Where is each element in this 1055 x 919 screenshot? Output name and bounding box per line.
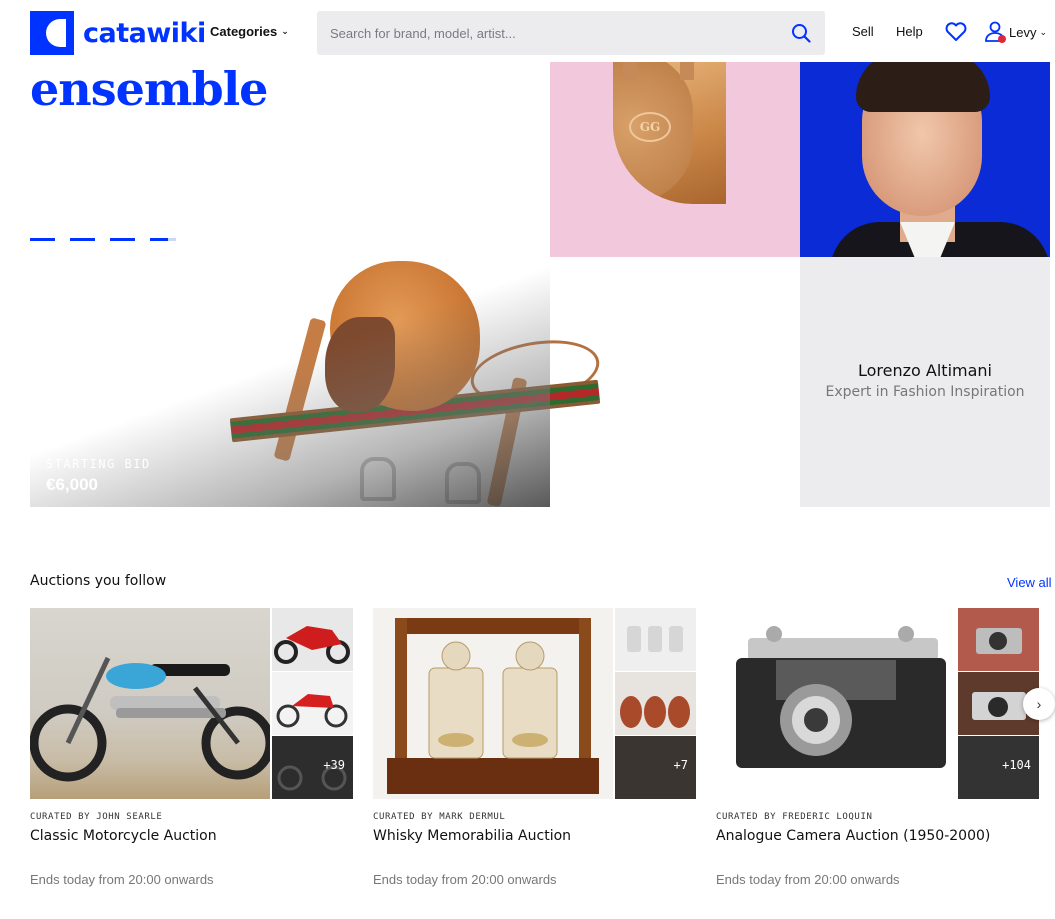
camera-illustration (736, 626, 946, 768)
help-link[interactable]: Help (896, 24, 923, 39)
hero-detail-image: GG (550, 62, 800, 257)
more-images-count: +39 (323, 758, 345, 772)
carousel-dot[interactable] (110, 238, 135, 241)
hair (856, 62, 990, 112)
categories-menu[interactable]: Categories ⌄ (210, 24, 289, 39)
red-motorcycle-thumb (274, 626, 350, 664)
expert-photo (800, 62, 1050, 257)
auction-ends: Ends today from 20:00 onwards (716, 872, 900, 887)
more-images-count: +104 (1002, 758, 1031, 772)
starting-bid-value: €6,000 (46, 475, 98, 494)
motorcycle-illustration (30, 656, 270, 782)
user-icon[interactable] (984, 20, 1008, 44)
auction-title[interactable]: Whisky Memorabilia Auction (373, 828, 571, 844)
carousel-dot[interactable] (30, 238, 55, 241)
camera-thumb (976, 628, 1022, 654)
search-icon[interactable] (791, 23, 811, 43)
glasses-thumb (627, 626, 683, 652)
heart-icon[interactable] (945, 22, 967, 42)
chevron-right-icon: › (1036, 696, 1042, 712)
chevron-down-icon: ⌄ (1039, 27, 1048, 37)
curator-label: CURATED BY JOHN SEARLE (30, 812, 163, 822)
bag-strap (623, 62, 637, 80)
catawiki-logo[interactable]: catawiki (30, 11, 206, 55)
categories-label: Categories (210, 24, 278, 39)
expert-name: Lorenzo Altimani (858, 361, 992, 380)
red-motorcycle-thumb (276, 694, 348, 728)
auction-thumbnail[interactable] (958, 608, 1039, 671)
search-bar (317, 11, 825, 55)
logo-text: catawiki (83, 17, 206, 49)
sell-link[interactable]: Sell (852, 24, 874, 39)
auction-thumbnail[interactable] (615, 672, 696, 735)
carousel-dot[interactable] (70, 238, 95, 241)
auction-title[interactable]: Classic Motorcycle Auction (30, 828, 217, 844)
auction-ends: Ends today from 20:00 onwards (30, 872, 214, 887)
logo-mark-icon (30, 11, 74, 55)
gg-emblem: GG (629, 112, 671, 142)
curator-label: CURATED BY FREDERIC LOQUIN (716, 812, 873, 822)
auction-thumbnail[interactable] (272, 672, 353, 735)
auction-ends: Ends today from 20:00 onwards (373, 872, 557, 887)
search-input[interactable] (330, 11, 770, 55)
auction-thumbnail-more[interactable]: +7 (615, 736, 696, 799)
expert-role: Expert in Fashion Inspiration (825, 384, 1025, 400)
carousel-indicators (30, 238, 176, 241)
bag-strap (680, 62, 694, 80)
more-images-count: +7 (673, 758, 688, 772)
carousel-dot-active[interactable] (150, 238, 176, 241)
user-menu[interactable]: Levy ⌄ (1009, 25, 1047, 40)
top-header: catawiki Categories ⌄ Sell Help Levy ⌄ (0, 0, 1055, 62)
carousel-next-button[interactable]: › (1023, 688, 1055, 720)
auction-thumbnail[interactable] (615, 608, 696, 671)
user-name: Levy (1009, 25, 1037, 40)
auction-thumbnail-more[interactable]: +39 (272, 736, 353, 799)
curator-label: CURATED BY MARK DERMUL (373, 812, 506, 822)
auction-thumbnail-more[interactable]: +104 (958, 736, 1039, 799)
hero-product-image[interactable]: STARTING BID €6,000 (30, 257, 800, 507)
auction-main-image[interactable] (30, 608, 270, 799)
section-title: Auctions you follow (30, 573, 167, 589)
auction-thumbnail[interactable] (272, 608, 353, 671)
auction-main-image[interactable] (716, 608, 956, 799)
view-all-link[interactable]: View all (1007, 575, 1052, 590)
tantalus-illustration (387, 618, 599, 794)
chevron-down-icon: ⌄ (281, 26, 289, 36)
gucci-bag-detail: GG (613, 62, 726, 204)
auction-title[interactable]: Analogue Camera Auction (1950-2000) (716, 828, 990, 844)
hero-title: ensemble (30, 62, 268, 116)
auction-main-image[interactable] (373, 608, 613, 799)
expert-card[interactable]: Lorenzo Altimani Expert in Fashion Inspi… (800, 257, 1050, 507)
starting-bid-label: STARTING BID (46, 457, 151, 471)
copper-flasks-thumb (620, 696, 690, 728)
